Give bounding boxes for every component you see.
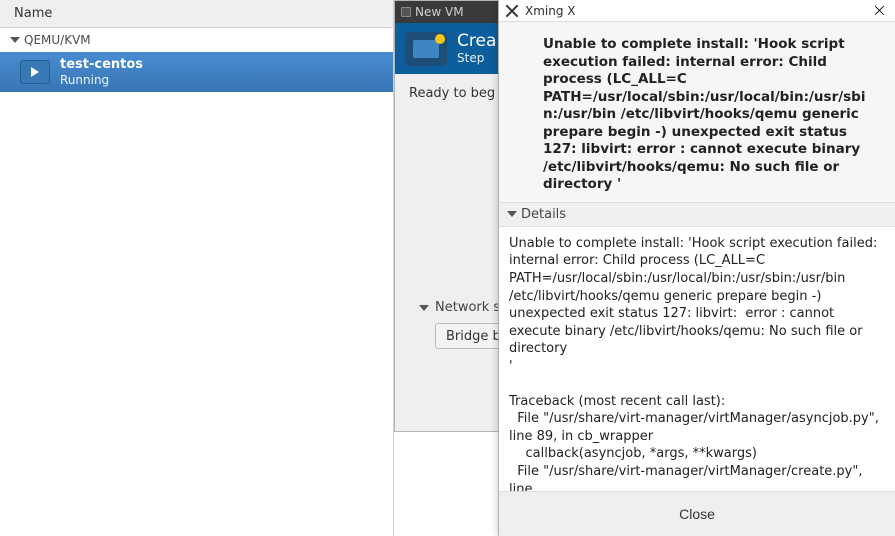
wizard-step-label: Step [457,51,484,65]
chevron-down-icon [419,305,429,311]
dialog-title-text: Xming X [525,4,864,18]
dialog-error-message: Unable to complete install: 'Hook script… [499,22,895,202]
close-button[interactable]: Close [661,500,733,528]
column-header-name[interactable]: Name [0,0,393,28]
vm-monitor-icon [20,60,50,84]
chevron-down-icon [507,211,517,217]
dialog-titlebar[interactable]: Xming X × [499,0,895,22]
vm-row-selected[interactable]: test-centos Running [0,52,393,92]
details-text[interactable]: Unable to complete install: 'Hook script… [499,227,895,492]
close-icon[interactable]: × [870,4,889,18]
vm-name: test-centos [60,57,143,73]
vm-status: Running [60,73,143,87]
network-selection-label: Network s [435,300,500,315]
wizard-titlebar-text: New VM [415,5,464,19]
error-dialog: Xming X × Unable to complete install: 'H… [498,0,895,536]
wizard-header-title: Crea [457,31,496,51]
xming-x-icon [505,4,519,18]
vm-manager-panel: Name QEMU/KVM test-centos Running [0,0,394,536]
connection-row[interactable]: QEMU/KVM [0,28,393,52]
vm-tree: QEMU/KVM test-centos Running [0,28,393,536]
details-label: Details [521,207,566,222]
chevron-down-icon [10,37,20,43]
play-icon [31,67,39,77]
dialog-action-bar: Close [499,492,895,536]
connection-label: QEMU/KVM [24,33,91,47]
wizard-header-icon [405,32,447,66]
details-expander[interactable]: Details [499,202,895,227]
window-icon [401,7,411,17]
